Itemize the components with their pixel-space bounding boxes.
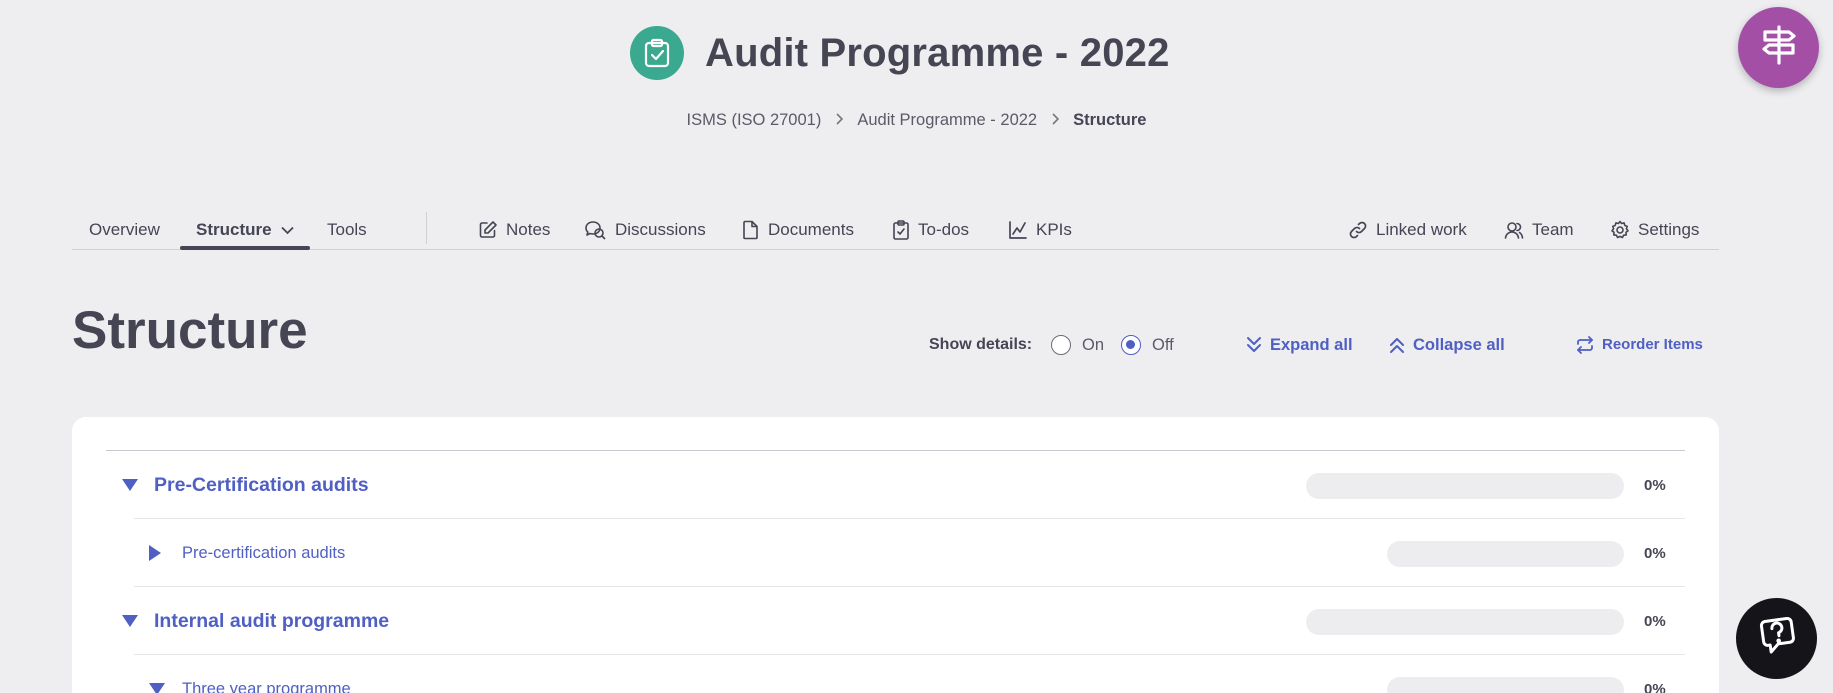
line-chart-icon [1008, 220, 1036, 240]
reorder-items-button[interactable]: Reorder Items [1575, 334, 1703, 356]
caret-down-icon[interactable] [148, 655, 166, 693]
tab-tools-label: Tools [327, 220, 367, 239]
document-icon [742, 220, 768, 240]
tab-overview[interactable]: Overview [89, 210, 160, 250]
tab-team-label: Team [1532, 220, 1574, 239]
structure-row[interactable]: Three year programme 0% [106, 655, 1685, 693]
active-tab-indicator [180, 246, 310, 250]
structure-row[interactable]: Internal audit programme 0% [106, 587, 1685, 655]
tab-kpis-label: KPIs [1036, 220, 1072, 239]
structure-row-label[interactable]: Internal audit programme [154, 587, 389, 655]
progress-bar [1387, 541, 1624, 567]
tab-settings[interactable]: Settings [1610, 210, 1699, 250]
structure-row-label[interactable]: Three year programme [182, 655, 351, 693]
page-title: Audit Programme - 2022 [705, 30, 1170, 75]
help-chat-button[interactable] [1736, 598, 1817, 679]
breadcrumb-item-isms[interactable]: ISMS (ISO 27001) [687, 111, 822, 130]
progress-percent: 0% [1644, 680, 1666, 693]
nav-divider [426, 212, 427, 244]
gear-icon [1610, 220, 1638, 240]
breadcrumb: ISMS (ISO 27001) Audit Programme - 2022 … [0, 111, 1833, 130]
show-details-on-radio[interactable] [1051, 335, 1071, 355]
tab-linked-work-label: Linked work [1376, 220, 1467, 239]
tab-notes[interactable]: Notes [478, 210, 550, 250]
tab-tools[interactable]: Tools [327, 210, 367, 250]
tab-overview-label: Overview [89, 220, 160, 239]
users-icon [1504, 220, 1532, 240]
structure-row[interactable]: Pre-certification audits 0% [106, 519, 1685, 587]
chevron-down-icon [280, 226, 302, 235]
tab-kpis[interactable]: KPIs [1008, 210, 1072, 250]
progress-bar [1306, 609, 1624, 635]
progress-bar [1387, 677, 1624, 693]
chevrons-up-icon [1388, 335, 1413, 355]
page-header: Audit Programme - 2022 ISMS (ISO 27001) … [0, 0, 1833, 150]
reorder-arrows-icon [1575, 335, 1602, 355]
structure-card: Pre-Certification audits 0% Pre-certific… [72, 417, 1719, 693]
structure-row[interactable]: Pre-Certification audits 0% [106, 451, 1685, 519]
collapse-all-label: Collapse all [1413, 336, 1505, 354]
progress-bar [1306, 473, 1624, 499]
breadcrumb-item-current: Structure [1073, 111, 1147, 129]
caret-right-icon[interactable] [148, 519, 162, 587]
chevrons-down-icon [1245, 335, 1270, 355]
expand-all-label: Expand all [1270, 336, 1353, 354]
pencil-square-icon [478, 220, 506, 240]
clipboard-check-icon [892, 220, 918, 240]
chevron-right-icon [1051, 111, 1060, 130]
show-details-off-label[interactable]: Off [1152, 334, 1174, 356]
caret-down-icon[interactable] [121, 587, 139, 655]
progress-percent: 0% [1644, 612, 1666, 630]
signpost-button[interactable] [1738, 7, 1819, 88]
structure-row-label[interactable]: Pre-Certification audits [154, 451, 369, 519]
expand-all-button[interactable]: Expand all [1245, 334, 1353, 356]
progress-percent: 0% [1644, 476, 1666, 494]
help-chat-icon [1755, 614, 1799, 663]
show-details-on-label[interactable]: On [1082, 334, 1104, 356]
tab-discussions-label: Discussions [615, 220, 706, 239]
reorder-items-label: Reorder Items [1602, 336, 1703, 353]
structure-row-label[interactable]: Pre-certification audits [182, 519, 345, 587]
breadcrumb-item-audit-programme[interactable]: Audit Programme - 2022 [857, 111, 1037, 130]
tab-linked-work[interactable]: Linked work [1348, 210, 1467, 250]
tab-settings-label: Settings [1638, 220, 1700, 239]
tab-todos[interactable]: To-dos [892, 210, 969, 250]
show-details-label: Show details: [929, 336, 1033, 353]
tab-notes-label: Notes [506, 220, 551, 239]
collapse-all-button[interactable]: Collapse all [1388, 334, 1505, 356]
section-title: Structure [72, 301, 308, 360]
chat-bubbles-icon [585, 220, 615, 240]
chevron-right-icon [835, 111, 844, 130]
tab-documents[interactable]: Documents [742, 210, 854, 250]
link-icon [1348, 220, 1376, 240]
show-details-off-radio[interactable] [1121, 335, 1141, 355]
caret-down-icon[interactable] [121, 451, 139, 519]
tab-nav: Overview Structure Tools Notes Discussio… [72, 210, 1719, 250]
tab-team[interactable]: Team [1504, 210, 1574, 250]
progress-percent: 0% [1644, 544, 1666, 562]
tab-documents-label: Documents [768, 220, 854, 239]
title-group: Audit Programme - 2022 [630, 26, 1170, 80]
clipboard-check-icon [630, 26, 684, 80]
signpost-icon [1757, 23, 1801, 72]
tab-structure-label: Structure [196, 220, 272, 239]
tab-todos-label: To-dos [918, 220, 970, 239]
tab-discussions[interactable]: Discussions [585, 210, 706, 250]
tab-structure[interactable]: Structure [196, 210, 302, 250]
